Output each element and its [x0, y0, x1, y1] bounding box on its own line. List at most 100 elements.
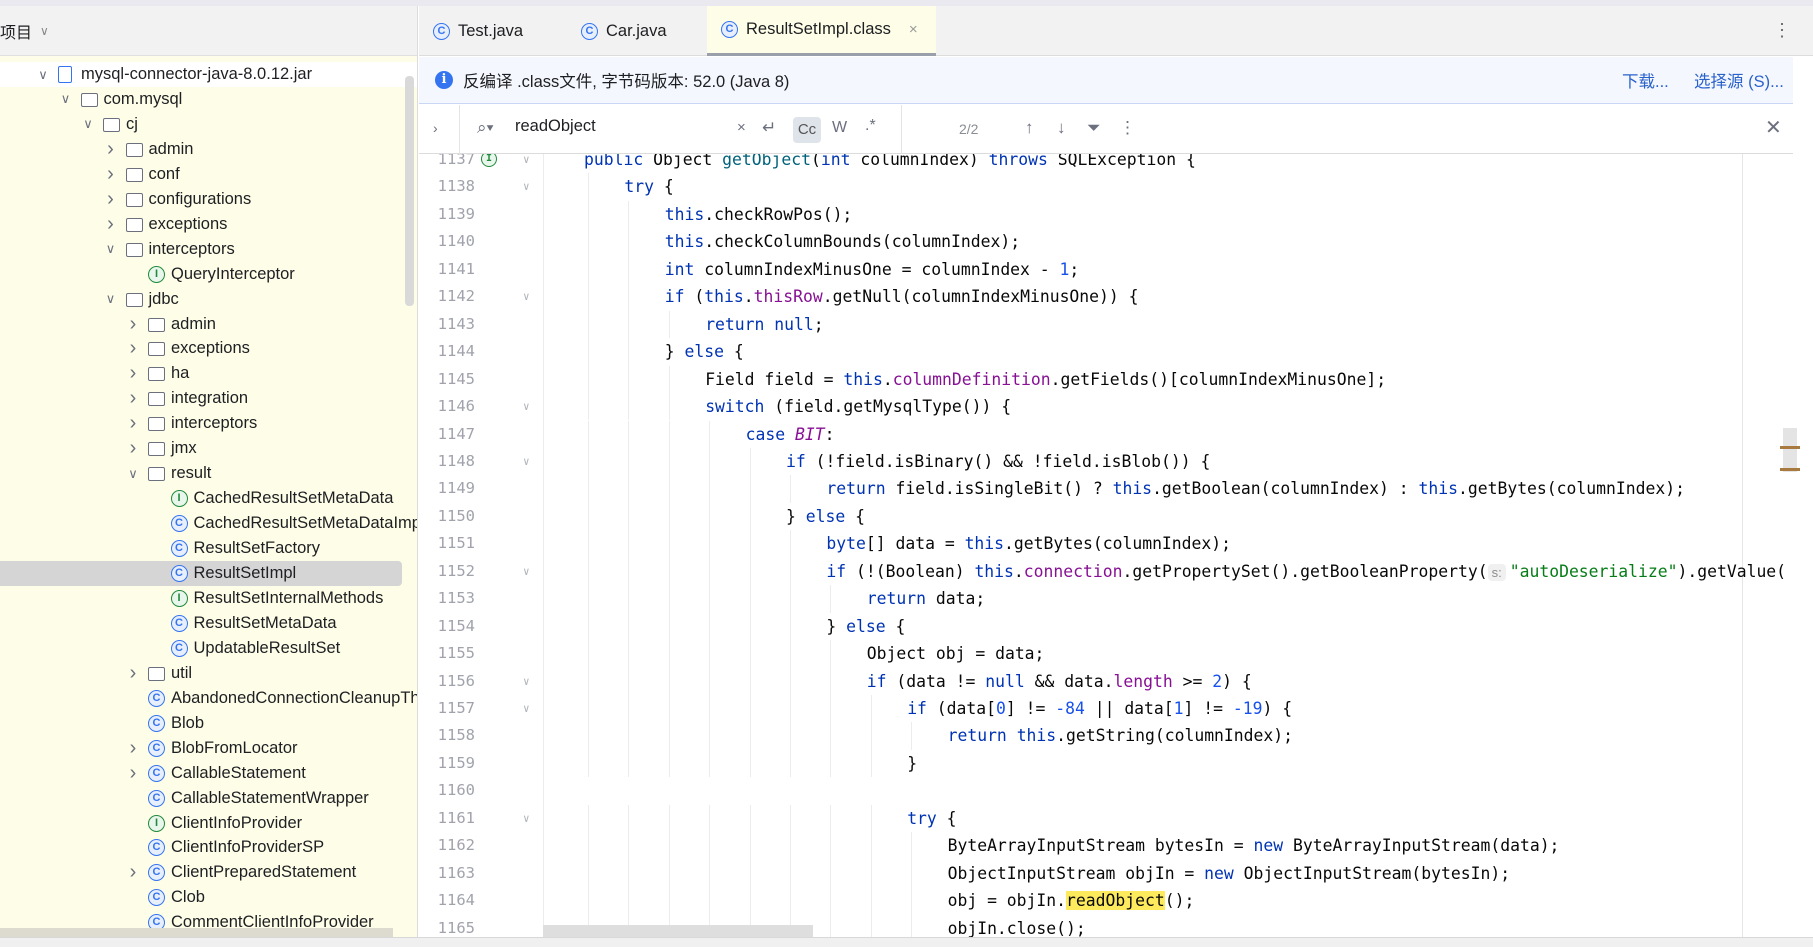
clear-search-icon[interactable]: × [737, 119, 746, 136]
filter-icon[interactable]: ⏷ [1087, 118, 1101, 138]
tree-item[interactable]: C ResultSetImpl [0, 561, 417, 586]
tree-item[interactable]: › jmx [0, 436, 417, 461]
tab-car-java[interactable]: C Car.java [567, 6, 681, 56]
more-options-icon[interactable]: ⋮ [1119, 118, 1136, 138]
chevron-right-icon[interactable]: › [104, 138, 118, 161]
chevron-right-icon[interactable]: › [104, 213, 118, 236]
tree-item[interactable]: › C CallableStatement [0, 761, 417, 786]
search-result-marker[interactable] [1780, 468, 1800, 471]
tree-item[interactable]: ∨ cj [0, 112, 417, 137]
fold-icon[interactable]: ∨ [523, 448, 530, 475]
fold-icon[interactable]: ∨ [523, 695, 530, 722]
code-editor[interactable]: 1137 ∨ Ipublic Object getObject(int column… [419, 154, 1793, 937]
tree-item[interactable]: › exceptions [0, 212, 417, 237]
tree-item[interactable]: ∨ interceptors [0, 237, 417, 262]
search-history-icon[interactable]: ⌕▾ [477, 118, 494, 138]
tree-item[interactable]: C ClientInfoProviderSP [0, 835, 417, 860]
tree-item[interactable]: › ha [0, 361, 417, 386]
decompiled-info-bar: i 反编译 .class文件, 字节码版本: 52.0 (Java 8) 下载.… [419, 57, 1793, 104]
close-find-icon[interactable]: ✕ [1765, 115, 1782, 140]
chevron-down-icon[interactable]: ∨ [104, 291, 118, 307]
whole-words-toggle[interactable]: W [832, 119, 847, 137]
search-result-marker[interactable] [1780, 446, 1800, 449]
chevron-down-icon[interactable]: ∨ [104, 241, 118, 257]
tab-resultsetimpl-class[interactable]: C ResultSetImpl.class × [707, 6, 936, 56]
tree-item[interactable]: › interceptors [0, 411, 417, 436]
chevron-right-icon[interactable]: › [126, 387, 140, 410]
chevron-right-icon[interactable]: › [126, 362, 140, 385]
tree-item[interactable]: ∨ mysql-connector-java-8.0.12.jar [0, 62, 417, 87]
fold-icon[interactable]: ∨ [523, 805, 530, 832]
tree-item[interactable]: C AbandonedConnectionCleanupThread [0, 686, 417, 711]
chevron-right-icon[interactable]: › [104, 188, 118, 211]
chevron-right-icon[interactable]: › [126, 437, 140, 460]
tree-item[interactable]: › C ClientPreparedStatement [0, 860, 417, 885]
tree-item[interactable]: C UpdatableResultSet [0, 636, 417, 661]
fold-icon[interactable]: ∨ [523, 558, 530, 585]
tree-item[interactable]: C ResultSetFactory [0, 536, 417, 561]
choose-source-link[interactable]: 选择源 (S)... [1694, 68, 1784, 92]
tree-item[interactable]: I QueryInterceptor [0, 262, 417, 287]
more-vertical-icon[interactable]: ⋮ [1773, 20, 1791, 41]
tree-item[interactable]: › util [0, 661, 417, 686]
chevron-right-icon[interactable]: › [126, 337, 140, 360]
line-number: 1160 [437, 781, 475, 800]
previous-match-icon[interactable]: ↑ [1025, 118, 1034, 138]
tree-item[interactable]: I CachedResultSetMetaData [0, 486, 417, 511]
tree-item[interactable]: › conf [0, 162, 417, 187]
tree-item[interactable]: I ClientInfoProvider [0, 811, 417, 836]
fold-icon[interactable]: ∨ [523, 393, 530, 420]
chevron-right-icon[interactable]: › [126, 762, 140, 785]
tree-item[interactable]: › admin [0, 137, 417, 162]
close-tab-icon[interactable]: × [909, 21, 918, 38]
chevron-right-icon[interactable]: › [104, 163, 118, 186]
fold-icon[interactable]: ∨ [523, 283, 530, 310]
tree-item[interactable]: › configurations [0, 187, 417, 212]
chevron-right-icon[interactable]: › [126, 737, 140, 760]
code-text: ByteArrayInputStream bytesIn = new ByteA… [948, 832, 1560, 859]
new-line-icon[interactable]: ↵ [762, 118, 776, 138]
fold-icon[interactable]: ∨ [523, 173, 530, 200]
match-case-toggle[interactable]: Cc [793, 117, 821, 143]
chevron-right-icon[interactable]: › [126, 861, 140, 884]
regex-toggle[interactable]: .* [865, 117, 876, 135]
code-line: 1144} else { [419, 338, 1793, 366]
chevron-down-icon[interactable]: ∨ [40, 24, 49, 38]
tree-item[interactable]: › exceptions [0, 336, 417, 361]
editor-horizontal-scrollbar[interactable] [543, 925, 813, 937]
tree-item[interactable]: C Clob [0, 885, 417, 910]
editor-scrollbar-thumb[interactable] [1783, 428, 1797, 472]
search-input[interactable] [515, 117, 715, 136]
chevron-right-icon[interactable]: › [126, 412, 140, 435]
chevron-down-icon[interactable]: ∨ [59, 91, 73, 107]
tree-item[interactable]: I ResultSetInternalMethods [0, 586, 417, 611]
tree-item[interactable]: C ResultSetMetaData [0, 611, 417, 636]
tree-horizontal-scrollbar[interactable] [0, 928, 393, 937]
chevron-right-icon[interactable]: › [126, 662, 140, 685]
tree-item[interactable]: C CachedResultSetMetaDataImpl [0, 511, 417, 536]
chevron-down-icon[interactable]: ∨ [36, 67, 50, 83]
tab-test-java[interactable]: C Test.java [419, 6, 537, 56]
fold-icon[interactable]: ∨ [523, 154, 530, 173]
tree-item[interactable]: › admin [0, 312, 417, 337]
tree-item[interactable]: C CallableStatementWrapper [0, 786, 417, 811]
next-match-icon[interactable]: ↓ [1057, 118, 1066, 138]
indent-guide [790, 557, 791, 586]
indent-guide [709, 722, 711, 750]
expand-replace-icon[interactable]: › [433, 120, 438, 136]
implements-method-icon[interactable]: I [481, 154, 497, 167]
project-panel-header[interactable]: 项目 ∨ [0, 6, 417, 56]
tree-item[interactable]: › integration [0, 386, 417, 411]
tree-item[interactable]: › C BlobFromLocator [0, 736, 417, 761]
tree-item[interactable]: ∨ com.mysql [0, 87, 417, 112]
chevron-down-icon[interactable]: ∨ [81, 116, 95, 132]
chevron-right-icon[interactable]: › [126, 313, 140, 336]
download-link[interactable]: 下载... [1622, 68, 1669, 92]
fold-icon[interactable]: ∨ [523, 668, 530, 695]
code-line: 1139 this.checkRowPos(); [419, 200, 1793, 229]
tree-item[interactable]: C Blob [0, 711, 417, 736]
chevron-down-icon[interactable]: ∨ [126, 466, 140, 482]
tree-item[interactable]: ∨ result [0, 461, 417, 486]
tree-item[interactable]: ∨ jdbc [0, 287, 417, 312]
tree-vertical-scrollbar[interactable] [405, 76, 414, 306]
